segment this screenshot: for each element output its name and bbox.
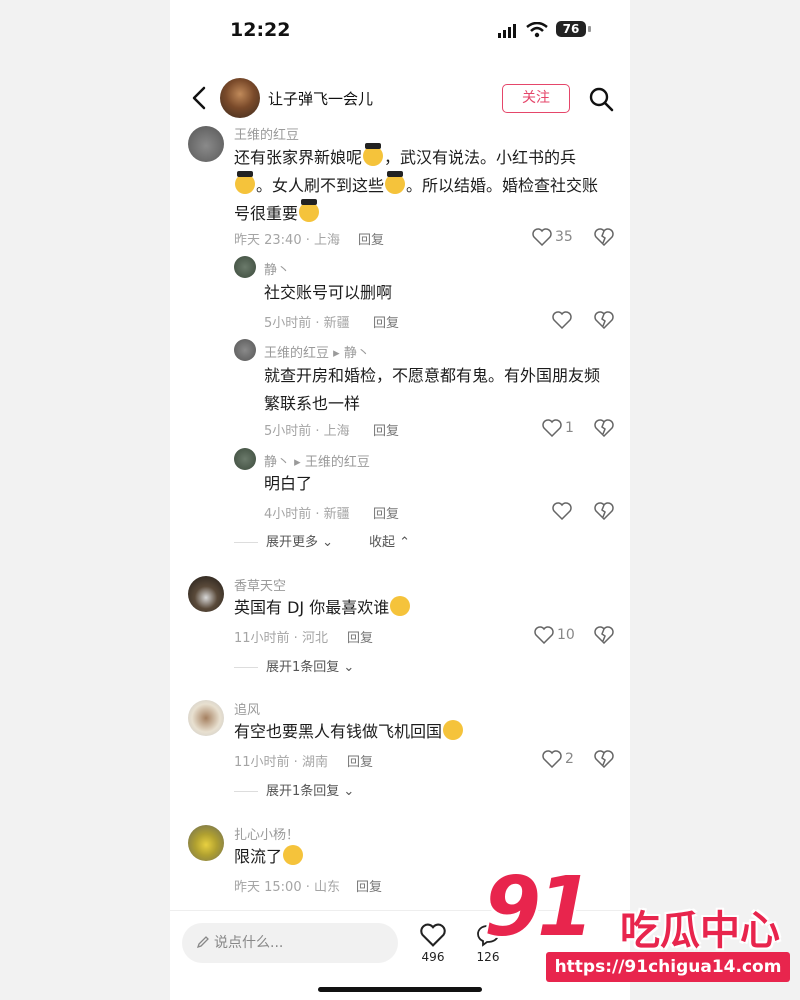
emoji-icon	[363, 143, 384, 166]
reply-meta: 5小时前 · 上海	[264, 424, 350, 439]
like-post-button[interactable]: 496	[413, 923, 453, 964]
wifi-icon	[526, 22, 548, 38]
expand-more-button[interactable]: 展开更多 ⌄	[234, 531, 333, 550]
expand-replies-button[interactable]: 展开1条回复 ⌄	[234, 656, 354, 675]
heart-icon	[542, 750, 562, 768]
reply-username[interactable]: 静丶	[264, 259, 290, 278]
broken-heart-icon[interactable]	[594, 419, 614, 437]
watermark-text: 吃瓜中心	[620, 908, 780, 954]
battery-tip	[588, 26, 591, 32]
grin-emoji-icon	[390, 596, 411, 616]
author-name[interactable]: 让子弹飞一会儿	[268, 88, 373, 109]
broken-heart-icon[interactable]	[594, 502, 614, 520]
watermark-number: 91	[484, 860, 594, 955]
like-button[interactable]: 1	[542, 419, 574, 437]
comment-text: 有空也要黑人有钱做飞机回国	[234, 718, 614, 746]
reply-button[interactable]: 回复	[358, 229, 384, 248]
comment-meta: 昨天 23:40 · 上海	[234, 233, 340, 248]
emoji-icon	[235, 171, 255, 194]
pencil-icon	[196, 936, 209, 949]
comment-avatar[interactable]	[188, 126, 224, 162]
author-avatar[interactable]	[220, 78, 260, 118]
comment-meta: 昨天 15:00 · 山东	[234, 880, 340, 895]
emoji-icon	[299, 199, 320, 222]
reply-button[interactable]: 回复	[356, 876, 382, 895]
battery-icon: 76	[556, 21, 586, 37]
phone-screen: 12:22 76 让子弹飞一会儿 关注 王维的红豆 还有张家界新娘呢 ，武汉有说法…	[170, 0, 630, 1000]
reply-avatar[interactable]	[234, 339, 256, 361]
comment-text: 英国有 DJ 你最喜欢谁	[234, 594, 614, 622]
reply-username[interactable]: 王维的红豆 ▸ 静丶	[264, 342, 370, 361]
laugh-cry-emoji-icon	[283, 845, 304, 865]
reply-button[interactable]: 回复	[347, 751, 373, 770]
watermark: 91 吃瓜中心 https://91chigua14.com	[480, 860, 800, 1000]
comment-input[interactable]: 说点什么...	[182, 923, 398, 963]
reply-text: 明白了	[264, 474, 313, 493]
comment-meta: 11小时前 · 湖南	[234, 755, 328, 770]
comment-avatar[interactable]	[188, 700, 224, 736]
collapse-button[interactable]: 收起 ⌃	[369, 531, 410, 550]
heart-icon	[542, 419, 562, 437]
reply-button[interactable]: 回复	[373, 420, 399, 439]
comment-username[interactable]: 扎心小杨！	[234, 824, 299, 843]
signal-icon	[498, 24, 516, 38]
comment-text: 还有张家界新娘呢 ，武汉有说法。小红书的兵 。女人刷不到这些 。所以结婚。婚检查社交…	[234, 143, 599, 223]
comment-username[interactable]: 王维的红豆	[234, 124, 299, 143]
comment-meta: 11小时前 · 河北	[234, 631, 328, 646]
comment-avatar[interactable]	[188, 825, 224, 861]
comment-username[interactable]: 追风	[234, 699, 260, 718]
heart-icon[interactable]	[552, 502, 572, 520]
comment-avatar[interactable]	[188, 576, 224, 612]
reply-button[interactable]: 回复	[373, 503, 399, 522]
reply-avatar[interactable]	[234, 256, 256, 278]
comment-username[interactable]: 香草天空	[234, 575, 286, 594]
heart-icon	[534, 626, 554, 644]
reply-button[interactable]: 回复	[373, 312, 399, 331]
reply-button[interactable]: 回复	[347, 627, 373, 646]
broken-heart-icon[interactable]	[594, 311, 614, 329]
back-icon[interactable]	[188, 85, 212, 111]
shy-emoji-icon	[443, 720, 464, 740]
reply-text: 社交账号可以删啊	[264, 283, 393, 302]
reply-meta: 5小时前 · 新疆	[264, 316, 350, 331]
like-button[interactable]: 10	[534, 626, 575, 644]
heart-icon[interactable]	[552, 311, 572, 329]
reply-avatar[interactable]	[234, 448, 256, 470]
watermark-url: https://91chigua14.com	[546, 952, 790, 982]
like-button[interactable]: 2	[542, 750, 574, 768]
broken-heart-icon[interactable]	[594, 750, 614, 768]
like-button[interactable]: 35	[532, 228, 573, 246]
header: 让子弹飞一会儿 关注	[170, 70, 630, 126]
home-indicator	[318, 987, 482, 992]
status-time: 12:22	[230, 19, 291, 41]
reply-meta: 4小时前 · 新疆	[264, 507, 350, 522]
follow-button[interactable]: 关注	[502, 84, 570, 113]
emoji-icon	[385, 171, 406, 194]
heart-icon	[532, 228, 552, 246]
status-bar: 12:22 76	[170, 0, 630, 60]
broken-heart-icon[interactable]	[594, 228, 614, 246]
reply-username[interactable]: 静丶 ▸ 王维的红豆	[264, 451, 370, 470]
search-icon[interactable]	[588, 86, 614, 112]
reply-text: 就查开房和婚检，不愿意都有鬼。有外国朋友频繁联系也一样	[264, 366, 601, 413]
expand-replies-button[interactable]: 展开1条回复 ⌄	[234, 780, 354, 799]
heart-icon	[420, 923, 446, 947]
broken-heart-icon[interactable]	[594, 626, 614, 644]
